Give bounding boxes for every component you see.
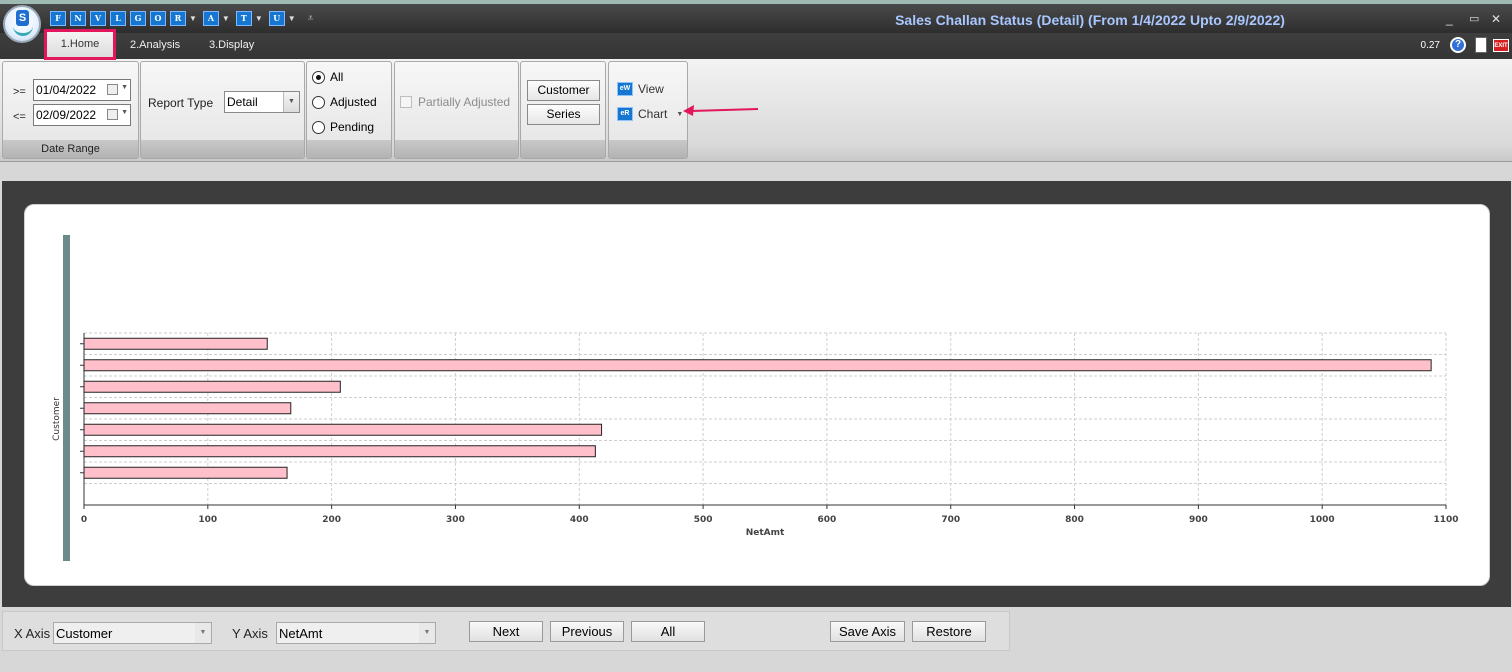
minimize-button[interactable]: _: [1446, 12, 1453, 26]
next-button[interactable]: Next: [469, 621, 543, 642]
report-type-group: Report Type Detail ▼: [140, 61, 305, 159]
partially-adjusted-checkbox[interactable]: Partially Adjusted: [400, 95, 510, 109]
x-tick-label: 400: [570, 515, 589, 525]
bar-1: [83, 359, 1432, 372]
view-icon: eW: [617, 82, 633, 96]
from-date-input[interactable]: 01/04/2022 ▼: [33, 79, 131, 101]
help-icon[interactable]: ?: [1450, 37, 1466, 53]
calendar-icon[interactable]: [107, 109, 118, 120]
title-bar: F N V L G O R ▼ A ▼ T ▼ U ▼ ⩡ Sales Challan Status (De…: [0, 0, 1512, 33]
x-tick-label: 700: [941, 515, 960, 525]
radio-pending[interactable]: Pending: [312, 120, 374, 134]
report-type-select[interactable]: Detail ▼: [224, 91, 300, 113]
notepad-icon[interactable]: [1475, 37, 1487, 53]
view-group: eW View eR Chart ▼: [608, 61, 688, 159]
group-label-empty: [395, 140, 518, 158]
x-tick-label: 200: [322, 515, 341, 525]
maximize-button[interactable]: ▭: [1469, 12, 1479, 25]
series-button[interactable]: Series: [527, 104, 600, 125]
x-tick-label: 300: [446, 515, 465, 525]
app-logo[interactable]: S: [3, 5, 41, 43]
x-tick-label: 0: [81, 515, 87, 525]
annotation-arrow-icon: [683, 105, 759, 116]
customer-button[interactable]: Customer: [527, 80, 600, 101]
all-button[interactable]: All: [631, 621, 705, 642]
radio-adjusted[interactable]: Adjusted: [312, 95, 377, 109]
group-label-empty: [141, 140, 304, 158]
bar-2: [83, 380, 341, 393]
chart-panel: 0 100 200 300 400 500 600 700 800 900 1000 1100 NetA…: [24, 204, 1490, 586]
x-tick-label: 600: [818, 515, 837, 525]
x-tick-label: 900: [1189, 515, 1208, 525]
group-label-empty: [307, 140, 391, 158]
tab-home[interactable]: 1.Home: [44, 29, 116, 60]
tab-analysis[interactable]: 2.Analysis: [130, 39, 180, 51]
y-axis-label-strip: [63, 235, 70, 561]
x-tick-label: 1100: [1433, 515, 1458, 525]
group-label-empty: [609, 140, 687, 158]
y-axis-label: Y Axis: [232, 626, 268, 641]
x-tick-label: 1000: [1310, 515, 1335, 525]
filter-group: All Adjusted Pending: [306, 61, 392, 159]
previous-button[interactable]: Previous: [550, 621, 624, 642]
exit-icon[interactable]: EXIT: [1493, 39, 1509, 52]
chevron-down-icon[interactable]: ▼: [283, 92, 299, 112]
y-axis-title: Customer: [52, 397, 62, 441]
tab-display[interactable]: 3.Display: [209, 39, 254, 51]
chevron-down-icon[interactable]: ▼: [419, 623, 435, 643]
version-label: 0.27: [1420, 40, 1440, 51]
chevron-down-icon[interactable]: ▼: [121, 109, 128, 116]
group-label-empty: [521, 140, 605, 158]
bar-chart: 0 100 200 300 400 500 600 700 800 900 1000 1100 NetA…: [52, 235, 1459, 561]
group-by-group: Customer Series: [520, 61, 606, 159]
restore-button[interactable]: Restore: [912, 621, 986, 642]
view-button[interactable]: eW View: [617, 82, 664, 96]
radio-all[interactable]: All: [312, 70, 343, 84]
chart-icon: eR: [617, 107, 633, 121]
calendar-icon[interactable]: [107, 84, 118, 95]
report-type-label: Report Type: [148, 96, 214, 110]
y-axis-select[interactable]: NetAmt ▼: [276, 622, 436, 644]
date-range-group: >= 01/04/2022 ▼ <= 02/09/2022 ▼ Date Ran…: [2, 61, 139, 159]
to-date-input[interactable]: 02/09/2022 ▼: [33, 104, 131, 126]
partially-adjusted-group: Partially Adjusted: [394, 61, 519, 159]
bar-4: [83, 423, 603, 436]
x-axis-label: X Axis: [14, 626, 51, 641]
bar-3: [83, 402, 292, 415]
x-tick-label: 100: [198, 515, 217, 525]
x-tick-label: 500: [694, 515, 713, 525]
axis-controls: X Axis Customer ▼ Y Axis NetAmt ▼ Next P…: [2, 611, 1010, 651]
to-operator: <=: [13, 111, 26, 123]
bar-6: [83, 466, 288, 479]
x-tick-label: 800: [1065, 515, 1084, 525]
x-axis-title: NetAmt: [746, 528, 785, 538]
x-axis-select[interactable]: Customer ▼: [53, 622, 212, 644]
chart-button[interactable]: eR Chart ▼: [617, 107, 683, 121]
bar-0: [83, 337, 268, 350]
save-axis-button[interactable]: Save Axis: [830, 621, 905, 642]
bar-5: [83, 445, 596, 458]
group-label-date-range: Date Range: [3, 140, 138, 158]
ribbon-tab-bar: 2.Analysis 3.Display 0.27 ? EXIT: [0, 33, 1512, 59]
from-operator: >=: [13, 86, 26, 98]
chevron-down-icon[interactable]: ▼: [195, 623, 211, 643]
close-button[interactable]: ✕: [1491, 12, 1501, 26]
window-title: Sales Challan Status (Detail) (From 1/4/…: [895, 12, 1285, 28]
chevron-down-icon[interactable]: ▼: [121, 84, 128, 91]
